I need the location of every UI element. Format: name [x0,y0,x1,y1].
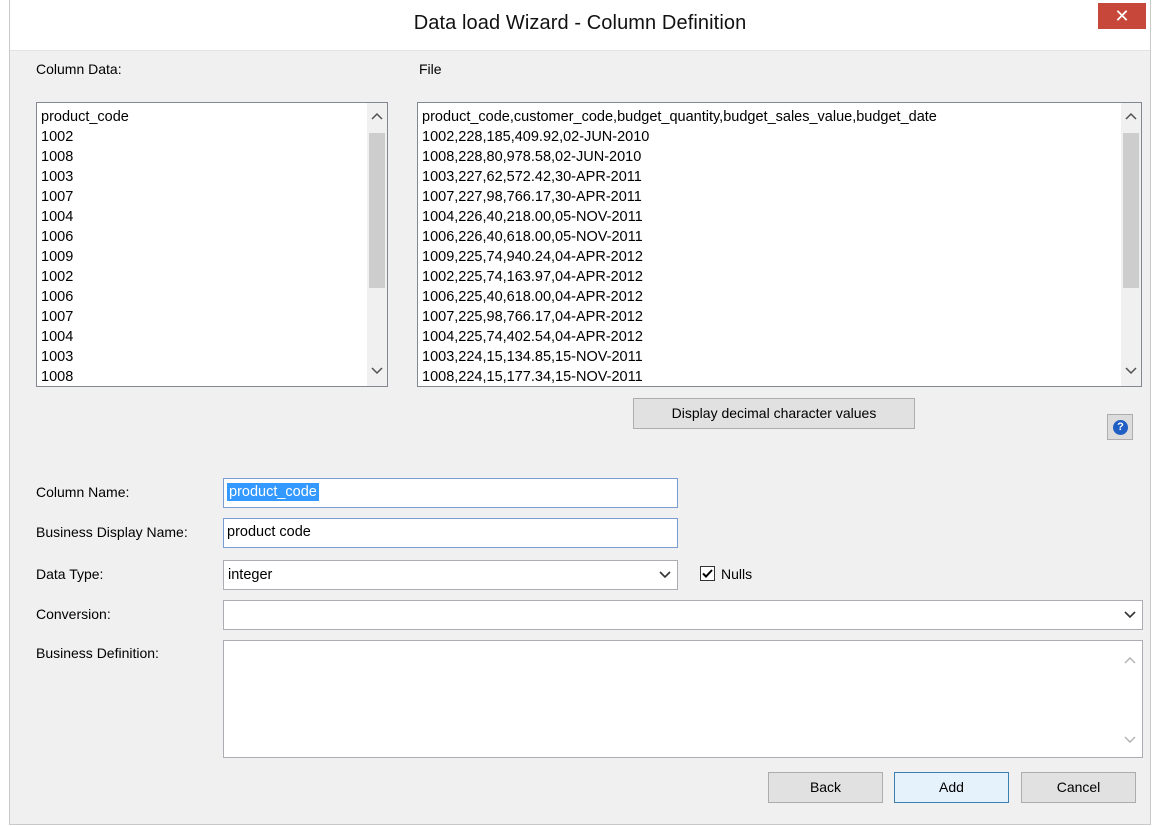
column-data-list[interactable]: product_code 1002 1008 1003 1007 1004 1006 1009… [36,102,388,387]
file-line[interactable]: 1007,227,98,766.17,30-APR-2011 [422,187,937,207]
scroll-down-icon[interactable] [367,362,387,382]
column-data-label: Column Data: [36,61,122,77]
column-data-item[interactable]: 1006 [41,227,129,247]
scroll-up-icon[interactable] [367,107,387,127]
checkmark-icon [702,569,713,578]
title-bar: Data load Wizard - Column Definition ✕ [10,0,1150,51]
file-line[interactable]: 1003,227,62,572.42,30-APR-2011 [422,167,937,187]
file-line[interactable]: 1008,228,80,978.58,02-JUN-2010 [422,147,937,167]
column-data-item[interactable]: 1006 [41,287,129,307]
file-line[interactable]: 1008,224,15,177.34,15-NOV-2011 [422,367,937,386]
business-definition-textarea[interactable] [223,640,1143,758]
file-line[interactable]: 1006,226,40,618.00,05-NOV-2011 [422,227,937,247]
column-data-scrollbar[interactable] [367,103,387,386]
close-button[interactable]: ✕ [1098,3,1146,29]
nulls-label: Nulls [721,566,753,582]
column-data-item[interactable]: 1004 [41,207,129,227]
column-name-value: product_code [227,483,319,501]
file-line[interactable]: 1006,225,40,618.00,04-APR-2012 [422,287,937,307]
column-name-label: Column Name: [36,484,130,500]
file-line[interactable]: 1002,225,74,163.97,04-APR-2012 [422,267,937,287]
help-icon: ? [1113,420,1128,435]
scroll-up-icon[interactable] [1121,107,1141,127]
file-scrollbar[interactable] [1121,103,1141,386]
file-line[interactable]: 1003,224,15,134.85,15-NOV-2011 [422,347,937,367]
business-definition-label: Business Definition: [36,645,159,661]
chevron-down-icon [659,561,671,599]
file-line[interactable]: 1004,225,74,402.54,04-APR-2012 [422,327,937,347]
display-decimal-values-button[interactable]: Display decimal character values [633,398,915,429]
data-load-wizard-dialog: Data load Wizard - Column Definition ✕ C… [9,0,1151,825]
scroll-thumb[interactable] [1123,133,1139,288]
column-data-item[interactable]: 1008 [41,147,129,167]
column-data-item[interactable]: 1002 [41,127,129,147]
scroll-thumb[interactable] [369,133,385,288]
business-display-name-value: product code [227,524,311,540]
file-preview-list[interactable]: product_code,customer_code,budget_quanti… [417,102,1142,387]
file-line[interactable]: 1007,225,98,766.17,04-APR-2012 [422,307,937,327]
cancel-button[interactable]: Cancel [1021,772,1136,803]
column-data-item[interactable]: 1003 [41,167,129,187]
column-data-item[interactable]: 1007 [41,307,129,327]
add-button[interactable]: Add [894,772,1009,803]
conversion-label: Conversion: [36,606,111,622]
back-button[interactable]: Back [768,772,883,803]
column-data-items: product_code 1002 1008 1003 1007 1004 1006 1009… [41,107,129,386]
file-line[interactable]: 1009,225,74,940.24,04-APR-2012 [422,247,937,267]
data-type-value: integer [228,567,273,583]
dialog-title: Data load Wizard - Column Definition [413,12,747,34]
help-button[interactable]: ? [1107,414,1133,440]
chevron-down-icon [1124,601,1136,639]
file-lines: product_code,customer_code,budget_quanti… [422,107,937,386]
column-data-item[interactable]: product_code [41,107,129,127]
file-line[interactable]: 1004,226,40,218.00,05-NOV-2011 [422,207,937,227]
business-display-name-label: Business Display Name: [36,524,188,540]
file-label: File [419,61,442,77]
column-data-item[interactable]: 1004 [41,327,129,347]
column-data-item[interactable]: 1007 [41,187,129,207]
column-data-item[interactable]: 1003 [41,347,129,367]
data-type-label: Data Type: [36,566,104,582]
file-line[interactable]: product_code,customer_code,budget_quanti… [422,107,937,127]
data-type-select[interactable]: integer [223,560,678,590]
column-name-input[interactable]: product_code [223,478,678,508]
business-display-name-input[interactable]: product code [223,518,678,548]
column-data-item[interactable]: 1009 [41,247,129,267]
file-line[interactable]: 1002,228,185,409.92,02-JUN-2010 [422,127,937,147]
conversion-select[interactable] [223,600,1143,630]
scroll-down-icon[interactable] [1124,731,1136,747]
scroll-up-icon[interactable] [1124,651,1136,667]
scroll-down-icon[interactable] [1121,362,1141,382]
column-data-item[interactable]: 1008 [41,367,129,386]
column-data-item[interactable]: 1002 [41,267,129,287]
nulls-checkbox[interactable] [700,566,715,581]
close-icon: ✕ [1114,6,1130,26]
